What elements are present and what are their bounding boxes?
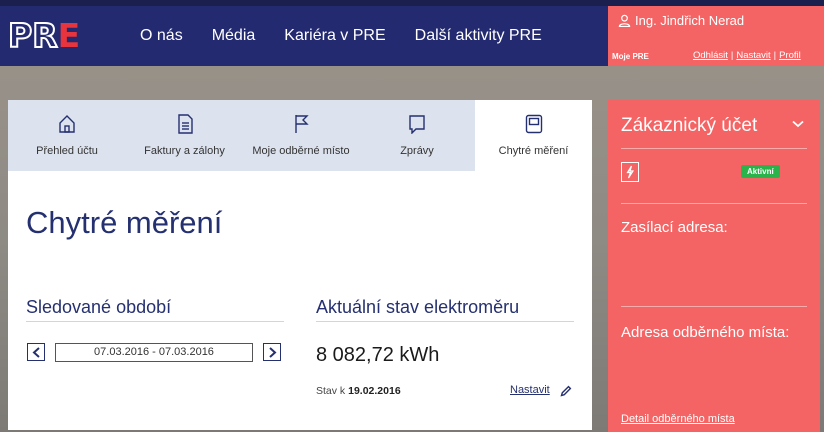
status-badge: Aktivní [741, 165, 780, 178]
tab-label: Přehled účtu [36, 145, 98, 157]
main-nav: O nás Média Kariéra v PRE Další aktivity… [140, 27, 571, 45]
tab-account-overview[interactable]: Přehled účtu [8, 100, 126, 171]
user-box: Ing. Jindřich Nerad Moje PRE Odhlásit | Na… [608, 6, 824, 66]
lightning-icon [626, 165, 635, 179]
chevron-down-icon[interactable] [792, 120, 804, 128]
tab-label: Moje odběrné místo [252, 145, 350, 157]
chevron-left-icon [32, 346, 40, 358]
home-icon [59, 115, 75, 133]
meter-state-date: Stav k 19.02.2016 [316, 385, 401, 397]
next-period-button[interactable] [263, 343, 281, 361]
panel-title[interactable]: Zákaznický účet [621, 115, 757, 137]
page-title: Chytré měření [26, 205, 223, 240]
electricity-icon [621, 162, 639, 182]
previous-period-button[interactable] [27, 343, 45, 361]
divider [621, 203, 807, 204]
pre-logo[interactable]: PRE [7, 18, 80, 53]
portal-label: Moje PRE [612, 52, 649, 61]
meter-reading-value: 8 082,72 kWh [316, 344, 440, 366]
divider [621, 306, 807, 307]
flag-icon [295, 115, 309, 133]
tab-label: Chytré měření [498, 145, 569, 157]
tab-messages[interactable]: Zprávy [359, 100, 475, 171]
tab-invoices[interactable]: Faktury a zálohy [126, 100, 243, 171]
top-navigation-bar: PRE O nás Média Kariéra v PRE Další akti… [0, 0, 824, 66]
tab-smart-metering[interactable]: Chytré měření [475, 100, 592, 171]
main-card: Přehled účtu Faktury a zálohy Moje odběr… [8, 100, 592, 430]
set-meter-link[interactable]: Nastavit [510, 384, 550, 396]
pencil-icon[interactable] [560, 385, 572, 397]
user-links: Odhlásit | Nastavit | Profil [693, 50, 801, 61]
date-range-input[interactable]: 07.03.2016 - 07.03.2016 [55, 343, 253, 362]
supply-address-label: Adresa odběrného místa: [621, 324, 790, 341]
document-icon [177, 114, 193, 134]
user-icon [618, 14, 631, 27]
settings-link[interactable]: Nastavit [736, 50, 770, 61]
user-info: Ing. Jindřich Nerad [618, 13, 744, 28]
supply-point-detail-link[interactable]: Detail odběrného místa [621, 413, 735, 425]
nav-item-media[interactable]: Média [212, 27, 256, 45]
nav-item-careers[interactable]: Kariéra v PRE [284, 27, 385, 45]
period-heading: Sledované období [26, 297, 172, 317]
nav-item-other-activities[interactable]: Další aktivity PRE [415, 27, 542, 45]
state-prefix: Stav k [316, 385, 346, 397]
smart-meter-icon [525, 114, 542, 134]
tab-bar: Přehled účtu Faktury a zálohy Moje odběr… [8, 100, 592, 171]
link-separator: | [773, 50, 777, 61]
tab-label: Faktury a zálohy [144, 145, 225, 157]
logout-link[interactable]: Odhlásit [693, 50, 728, 61]
link-separator: | [730, 50, 734, 61]
divider [26, 321, 284, 322]
chevron-right-icon [268, 346, 276, 358]
mailing-address-label: Zasílací adresa: [621, 219, 728, 236]
state-date: 19.02.2016 [348, 385, 401, 397]
divider [621, 148, 807, 149]
user-name: Ing. Jindřich Nerad [635, 13, 745, 28]
tab-supply-point[interactable]: Moje odběrné místo [243, 100, 359, 171]
meter-heading: Aktuální stav elektroměru [316, 297, 520, 317]
tab-label: Zprávy [400, 145, 434, 157]
divider [316, 321, 574, 322]
profile-link[interactable]: Profil [779, 50, 801, 61]
customer-account-panel: Zákaznický účet Aktivní Zasílací adresa:… [608, 100, 820, 432]
message-icon [409, 115, 425, 134]
nav-item-about[interactable]: O nás [140, 27, 183, 45]
